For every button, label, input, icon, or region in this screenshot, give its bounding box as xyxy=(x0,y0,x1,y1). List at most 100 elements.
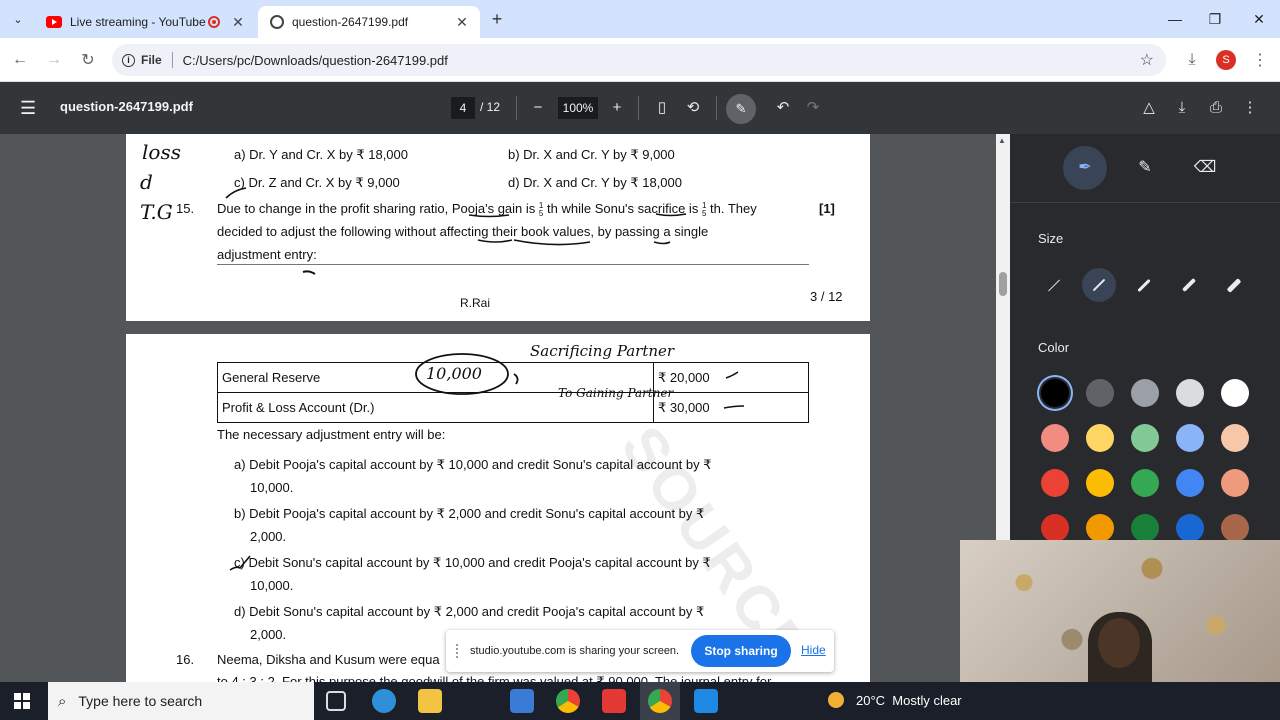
color-swatch[interactable] xyxy=(1086,379,1114,407)
answer-c-cont: 10,000. xyxy=(250,578,294,593)
color-swatch[interactable] xyxy=(1131,469,1159,497)
close-tab-icon[interactable]: ✕ xyxy=(452,14,472,31)
globe-icon xyxy=(270,15,284,29)
chrome-icon[interactable] xyxy=(556,689,580,713)
weather-text: Mostly clear xyxy=(892,692,962,708)
file-explorer-icon[interactable] xyxy=(418,689,442,713)
pen-tool-icon[interactable]: ✒ xyxy=(1063,146,1107,190)
color-swatch[interactable] xyxy=(1176,424,1204,452)
close-tab-icon[interactable]: ✕ xyxy=(228,14,248,31)
zoom-input[interactable]: 100% xyxy=(558,97,598,119)
stop-sharing-button[interactable]: Stop sharing xyxy=(691,635,791,667)
tab-title: question-2647199.pdf xyxy=(292,15,409,29)
color-swatch[interactable] xyxy=(1221,379,1249,407)
hide-link[interactable]: Hide xyxy=(801,643,826,657)
tab-strip: ⌄ Live streaming - YouTube S ✕ question-… xyxy=(0,0,1280,38)
scroll-up-icon[interactable]: ▲ xyxy=(998,136,1006,145)
color-swatch[interactable] xyxy=(1131,424,1159,452)
share-message: studio.youtube.com is sharing your scree… xyxy=(470,645,680,657)
taskbar-search[interactable]: ⌕ Type here to search xyxy=(48,682,314,720)
wps-icon[interactable] xyxy=(602,689,626,713)
question-number: 16. xyxy=(176,652,195,667)
color-swatch[interactable] xyxy=(1176,469,1204,497)
edge-icon[interactable] xyxy=(372,689,396,713)
color-swatch[interactable] xyxy=(1041,379,1069,407)
handwritten-note: To Gaining Partner xyxy=(558,386,674,400)
scroll-thumb[interactable] xyxy=(999,272,1007,296)
reload-button[interactable]: ↻ xyxy=(74,46,102,74)
undo-icon[interactable]: ↶ xyxy=(771,96,795,120)
bookmark-star-icon[interactable]: ☆ xyxy=(1140,50,1154,70)
color-swatch[interactable] xyxy=(1041,424,1069,452)
pdf-title: question-2647199.pdf xyxy=(60,99,193,114)
size-option-3[interactable] xyxy=(1127,268,1161,302)
tab-pdf[interactable]: question-2647199.pdf ✕ xyxy=(258,6,480,38)
answer-b: b) Debit Pooja's capital account by ₹ 2,… xyxy=(234,506,705,521)
page-number-input[interactable]: 4 xyxy=(451,97,475,119)
color-swatch[interactable] xyxy=(1086,469,1114,497)
screen-share-banner: studio.youtube.com is sharing your scree… xyxy=(446,630,834,672)
fit-page-icon[interactable]: ▯ xyxy=(650,96,674,120)
color-swatch[interactable] xyxy=(1221,469,1249,497)
eraser-tool-icon[interactable]: ⌫ xyxy=(1183,146,1227,190)
color-swatch[interactable] xyxy=(1086,424,1114,452)
drag-handle-icon[interactable] xyxy=(456,644,462,658)
color-swatch[interactable] xyxy=(1176,514,1204,542)
color-swatch[interactable] xyxy=(1086,514,1114,542)
zoom-out-icon[interactable]: − xyxy=(526,96,550,120)
highlighter-tool-icon[interactable]: ✎ xyxy=(1123,146,1167,190)
answer-d-cont: 2,000. xyxy=(250,627,287,642)
answer-intro: The necessary adjustment entry will be: xyxy=(217,427,446,442)
color-swatch[interactable] xyxy=(1041,514,1069,542)
download-icon[interactable]: ⤓ xyxy=(1178,46,1206,74)
drive-save-icon[interactable]: △ xyxy=(1137,96,1161,120)
page-total: / 12 xyxy=(480,100,501,114)
close-window-button[interactable]: ✕ xyxy=(1236,0,1280,38)
redo-icon[interactable]: ↷ xyxy=(801,96,825,120)
mail-icon[interactable] xyxy=(510,689,534,713)
url-text[interactable]: C:/Users/pc/Downloads/question-2647199.p… xyxy=(183,53,448,68)
annotate-pen-icon[interactable]: ✎ xyxy=(726,94,756,124)
forward-button[interactable]: → xyxy=(40,46,68,74)
answer-d: d) Debit Sonu's capital account by ₹ 2,0… xyxy=(234,604,705,619)
address-bar[interactable]: i File C:/Users/pc/Downloads/question-26… xyxy=(112,44,1166,76)
weather-widget[interactable]: 20°C Mostly clear xyxy=(828,692,962,708)
app-icon[interactable] xyxy=(694,689,718,713)
browser-menu-icon[interactable]: ⋮ xyxy=(1246,46,1274,74)
color-swatch[interactable] xyxy=(1221,514,1249,542)
size-option-5[interactable] xyxy=(1217,268,1251,302)
rotate-icon[interactable]: ⟲ xyxy=(681,96,705,120)
answer-a: a) Debit Pooja's capital account by ₹ 10… xyxy=(234,457,712,472)
profile-avatar[interactable]: S xyxy=(1216,50,1236,70)
size-option-1[interactable] xyxy=(1037,268,1071,302)
task-view-icon[interactable] xyxy=(326,691,346,711)
answer-a-cont: 10,000. xyxy=(250,480,294,495)
restore-button[interactable]: ❐ xyxy=(1192,0,1238,38)
temperature: 20°C xyxy=(856,692,886,708)
pdf-viewport[interactable]: loss d T.G a) Dr. Y and Cr. X by ₹ 18,00… xyxy=(0,134,996,682)
windows-start-icon[interactable] xyxy=(14,693,30,709)
question-16-text: Neema, Diksha and Kusum were equa xyxy=(217,652,440,667)
color-swatch[interactable] xyxy=(1176,379,1204,407)
size-option-4[interactable] xyxy=(1172,268,1206,302)
tab-youtube[interactable]: Live streaming - YouTube S ✕ xyxy=(34,6,256,38)
hamburger-menu-icon[interactable]: ☰ xyxy=(20,98,36,119)
info-icon[interactable]: i xyxy=(122,53,135,67)
tab-search-button[interactable]: ⌄ xyxy=(6,8,30,30)
back-button[interactable]: ← xyxy=(6,46,34,74)
scheme-label: File xyxy=(141,53,162,67)
new-tab-button[interactable]: + xyxy=(486,8,508,30)
zoom-in-icon[interactable]: + xyxy=(605,96,629,120)
color-swatch[interactable] xyxy=(1221,424,1249,452)
size-option-2[interactable] xyxy=(1082,268,1116,302)
color-swatch[interactable] xyxy=(1041,469,1069,497)
chrome-profile-icon[interactable] xyxy=(648,689,672,713)
more-options-icon[interactable]: ⋮ xyxy=(1238,96,1262,120)
color-label: Color xyxy=(1038,340,1070,355)
youtube-icon xyxy=(46,16,62,28)
download-pdf-icon[interactable]: ⤓ xyxy=(1170,96,1194,120)
color-swatch[interactable] xyxy=(1131,514,1159,542)
print-icon[interactable]: ⎙ xyxy=(1204,96,1228,120)
pdf-page: loss d T.G a) Dr. Y and Cr. X by ₹ 18,00… xyxy=(126,134,870,321)
color-swatch[interactable] xyxy=(1131,379,1159,407)
